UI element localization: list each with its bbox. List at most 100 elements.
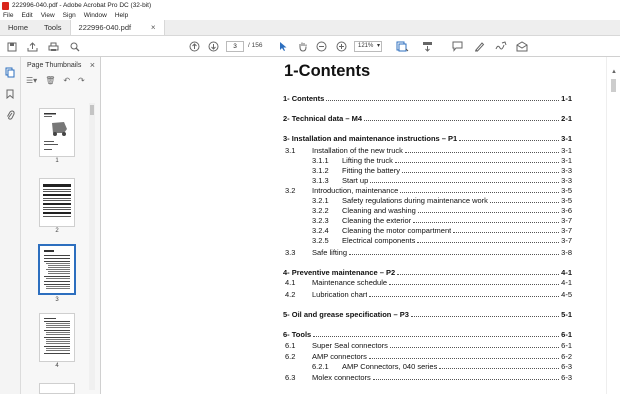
thumbnail-page-5[interactable] <box>39 383 75 394</box>
page-thumbnails-icon[interactable] <box>4 66 16 78</box>
document-scrollbar[interactable]: ▲ <box>606 57 620 394</box>
thumbnail-label: 2 <box>55 228 59 234</box>
page-display-icon[interactable] <box>396 40 409 53</box>
next-page-icon[interactable] <box>207 40 220 53</box>
toc-entry[interactable]: 6.1 Super Seal connectors 6-1 <box>282 340 572 350</box>
thumbnail-page-4[interactable] <box>39 313 75 362</box>
menu-window[interactable]: Window <box>84 12 107 19</box>
select-tool-icon[interactable] <box>277 40 290 53</box>
toc-entry[interactable]: 3.2.4 Cleaning the motor compartment 3-7 <box>282 225 572 235</box>
toc-entry[interactable]: 3.2.2 Cleaning and washing 3-6 <box>282 205 572 215</box>
window-title: 222996-040.pdf - Adobe Acrobat Pro DC (3… <box>12 2 152 9</box>
toc-entry[interactable]: 5- Oil and grease specification – P3 5-1 <box>282 309 572 319</box>
toc-leader-dots <box>453 232 560 233</box>
toc-entry[interactable]: 6- Tools 6-1 <box>282 329 572 339</box>
thumbnail-options-icon[interactable]: ☰▾ <box>26 76 37 85</box>
search-icon[interactable] <box>68 40 81 53</box>
tab-home[interactable]: Home <box>0 20 36 35</box>
toc-entry[interactable]: 4.1 Maintenance schedule 4-1 <box>282 277 572 287</box>
toc-entry-label: 4.2 Lubrication chart <box>282 290 367 299</box>
prev-page-icon[interactable] <box>188 40 201 53</box>
bookmark-icon[interactable] <box>4 88 16 100</box>
thumbnail-scrollbar[interactable] <box>89 103 95 390</box>
toc-entry[interactable]: 2- Technical data – M4 2-1 <box>282 113 572 123</box>
toc-entry[interactable]: 3.1.1 Lifting the truck 3-1 <box>282 155 572 165</box>
save-icon[interactable] <box>5 40 18 53</box>
toc-entry[interactable]: 6.2.1 AMP Connectors, 040 series 6-3 <box>282 361 572 371</box>
toc-entry[interactable]: 3.1.3 Start up 3-3 <box>282 175 572 185</box>
toc-page-number: 3-6 <box>561 206 572 215</box>
toc-entry[interactable]: 6.2 AMP connectors 6-2 <box>282 351 572 361</box>
close-tab-icon[interactable]: × <box>151 23 156 32</box>
comment-icon[interactable] <box>451 40 464 53</box>
toc-page-number: 3-7 <box>561 226 572 235</box>
toc-entry[interactable]: 3.1.2 Fitting the battery 3-3 <box>282 165 572 175</box>
toc-entry[interactable]: 3.1 Installation of the new truck 3-1 <box>282 145 572 155</box>
scroll-icon[interactable] <box>421 40 434 53</box>
rotate-cw-icon[interactable]: ↷ <box>78 76 85 85</box>
toc-entry-label: 6.2 AMP connectors <box>282 352 367 361</box>
toc-entry[interactable]: 3- Installation and maintenance instruct… <box>282 133 572 143</box>
thumbnail-scrollbar-thumb[interactable] <box>90 105 94 115</box>
thumbnail-page-1[interactable] <box>39 108 75 157</box>
toc-entry-number: 6.2 <box>285 352 296 361</box>
sign-icon[interactable] <box>494 40 507 53</box>
toc-leader-dots <box>404 152 560 153</box>
thumbnail-page-2[interactable] <box>39 178 75 227</box>
upload-icon[interactable] <box>26 40 39 53</box>
rotate-ccw-icon[interactable]: ↶ <box>63 76 70 85</box>
toc-entry[interactable]: 3.2.1 Safety regulations during maintenan… <box>282 195 572 205</box>
toc-entry-title: 5- Oil and grease specification – P3 <box>283 310 409 319</box>
toc-page-number: 6-1 <box>561 330 572 339</box>
print-icon[interactable] <box>47 40 60 53</box>
toc-entry[interactable]: 3.2 Introduction, maintenance 3-5 <box>282 185 572 195</box>
menu-help[interactable]: Help <box>115 12 128 19</box>
zoom-select[interactable]: 121% <box>354 41 382 52</box>
toc-leader-dots <box>397 274 560 275</box>
toc-page-number: 2-1 <box>561 114 572 123</box>
tab-tools[interactable]: Tools <box>36 20 70 35</box>
toc-leader-dots <box>413 222 560 223</box>
menu-sign[interactable]: Sign <box>63 12 76 19</box>
toc-page-number: 3-7 <box>561 236 572 245</box>
tab-document[interactable]: 222996-040.pdf × <box>69 20 165 35</box>
toc-entry[interactable]: 3.2.3 Cleaning the exterior 3-7 <box>282 215 572 225</box>
menu-view[interactable]: View <box>41 12 55 19</box>
document-scrollbar-thumb[interactable] <box>611 79 616 92</box>
toc-page-number: 6-1 <box>561 341 572 350</box>
menu-edit[interactable]: Edit <box>21 12 32 19</box>
toc-entry[interactable]: 3.3 Safe lifting 3-8 <box>282 247 572 257</box>
close-panel-icon[interactable]: × <box>90 60 95 70</box>
toc-page-number: 6-3 <box>561 362 572 371</box>
toc-leader-dots <box>489 202 560 203</box>
toc-entry-number: 3.3 <box>285 248 296 257</box>
hand-tool-icon[interactable] <box>296 40 309 53</box>
attachment-icon[interactable] <box>4 109 16 121</box>
toc-entry[interactable]: 4.2 Lubrication chart 4-5 <box>282 289 572 299</box>
share-icon[interactable] <box>515 40 528 53</box>
toc-entry-number: 3.2.3 <box>312 216 329 225</box>
toc-entry[interactable]: 4- Preventive maintenance – P2 4-1 <box>282 267 572 277</box>
menu-file[interactable]: File <box>3 12 13 19</box>
toc-entry[interactable]: 1- Contents 1-1 <box>282 93 572 103</box>
thumbnail-page-3-selected[interactable] <box>38 244 76 295</box>
zoom-in-icon[interactable] <box>335 40 348 53</box>
scroll-up-icon[interactable]: ▲ <box>611 69 617 75</box>
toc-page-number: 4-1 <box>561 268 572 277</box>
toc-page-number: 3-7 <box>561 216 572 225</box>
zoom-out-icon[interactable] <box>315 40 328 53</box>
toc-entry[interactable]: 3.2.5 Electrical components 3-7 <box>282 235 572 245</box>
toolbar: 3 / 156 121% <box>0 36 620 57</box>
toc-entry-title: Cleaning the exterior <box>342 216 412 225</box>
toc-leader-dots <box>370 182 560 183</box>
toc-entry[interactable]: 6.3 Molex connectors 6-3 <box>282 372 572 382</box>
highlight-icon[interactable] <box>473 40 486 53</box>
delete-page-icon[interactable]: 🗑 <box>45 76 55 85</box>
toc-entry-label: 6.3 Molex connectors <box>282 373 371 382</box>
toc-entry-number: 4.2 <box>285 290 296 299</box>
toc-entry-number: 4.1 <box>285 278 296 287</box>
toc-entry-number: 3.2 <box>285 186 296 195</box>
toc-leader-dots <box>459 140 560 141</box>
page-number-input[interactable]: 3 <box>226 41 244 52</box>
toc-leader-dots <box>372 379 560 380</box>
